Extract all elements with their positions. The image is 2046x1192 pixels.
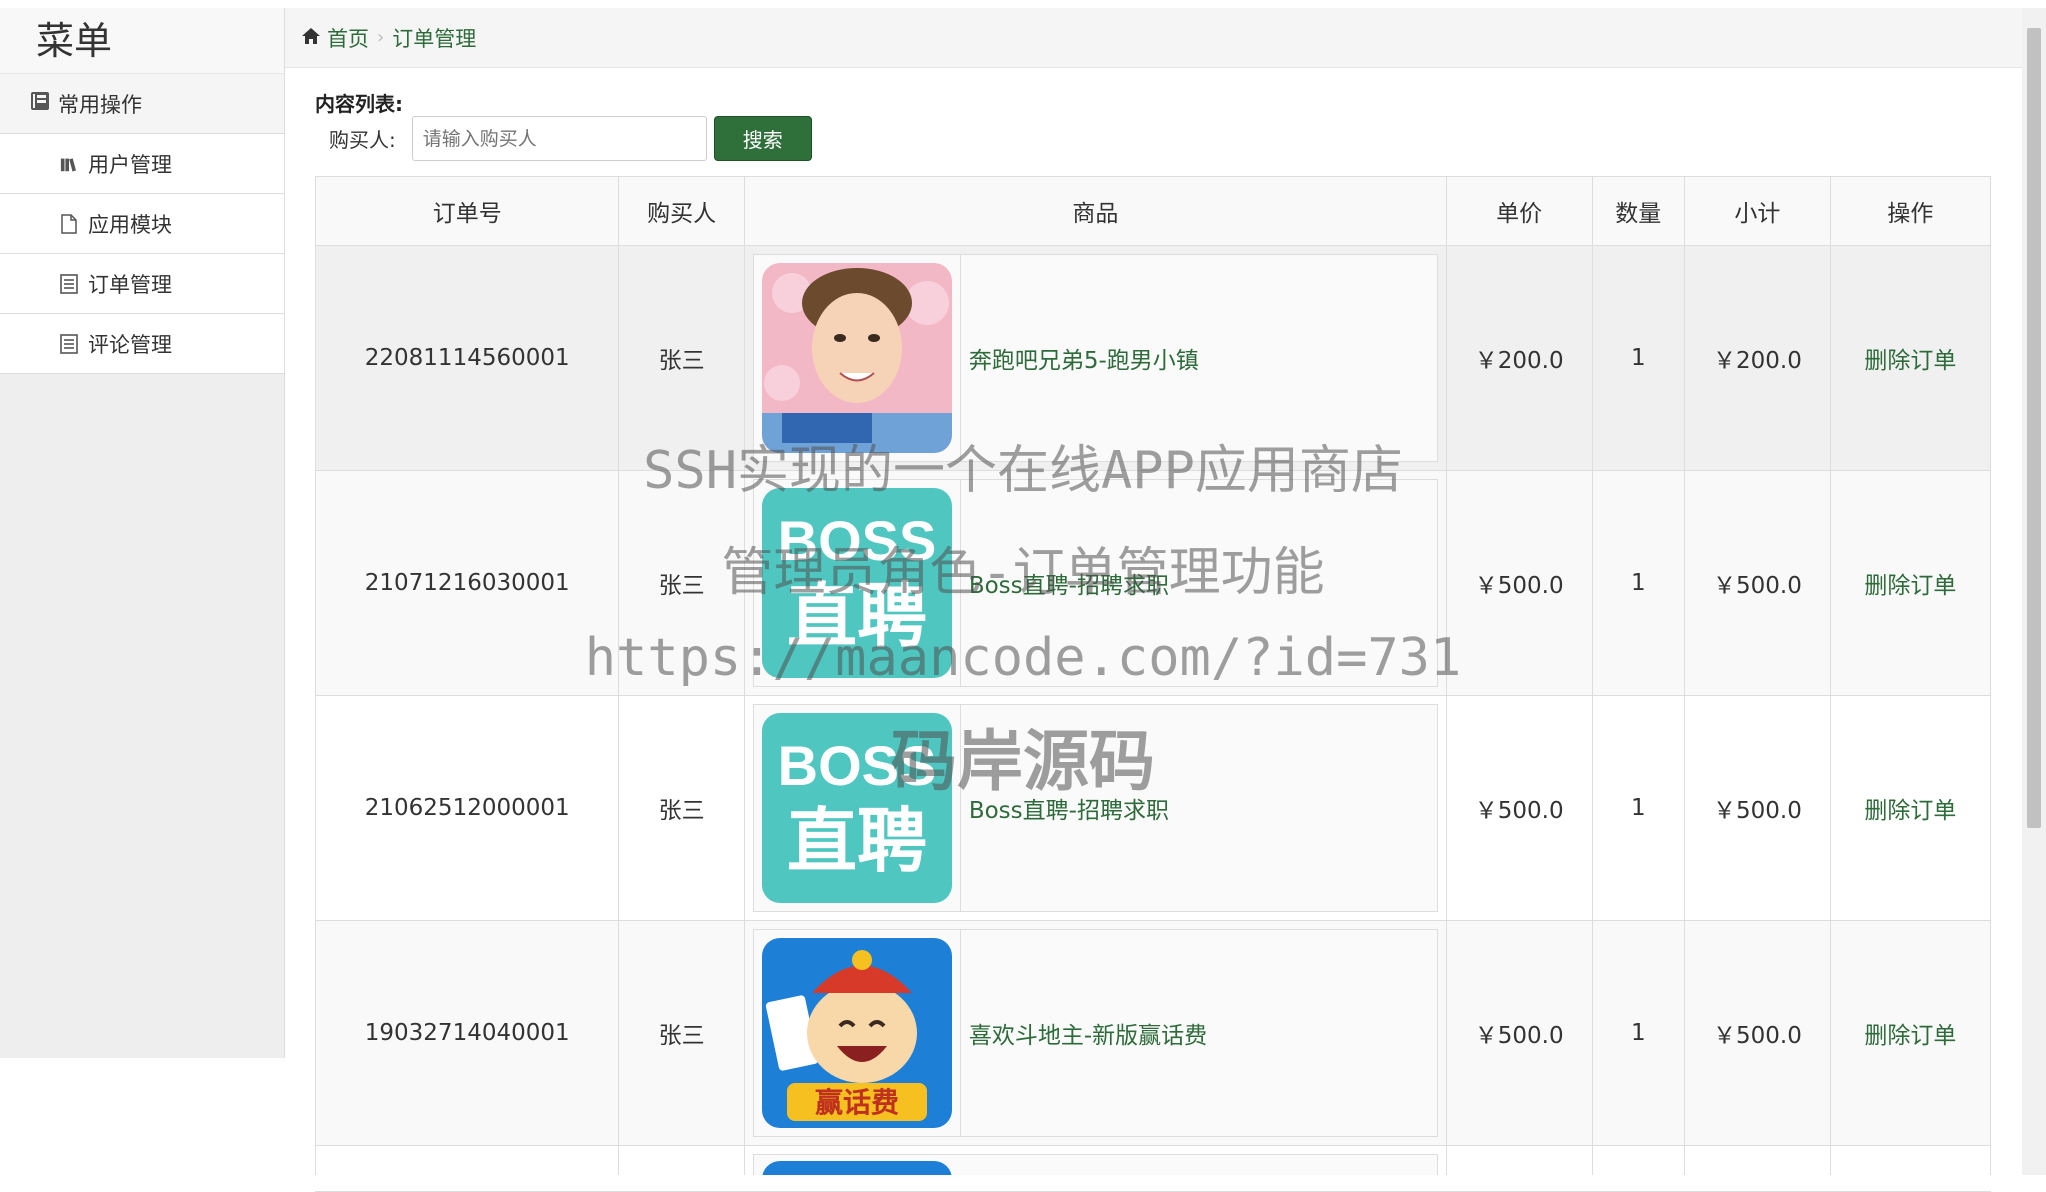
boss-logo-text: BOSS: [777, 734, 936, 797]
action-cell: 删除订单: [1829, 245, 1992, 471]
buyer-cell: 张三: [618, 470, 745, 696]
boss-logo-text: BOSS: [777, 509, 936, 572]
list-icon: [60, 333, 78, 354]
action-cell: 删除订单: [1829, 920, 1992, 1146]
buyer-cell: 张三: [618, 245, 745, 471]
subtotal-cell: ￥500.0: [1684, 920, 1831, 1146]
book-icon: [30, 91, 50, 116]
subtotal-cell: ￥500.0: [1684, 695, 1831, 921]
sidebar-item-label: 用户管理: [88, 152, 172, 177]
sidebar: 菜单 常用操作 用户管理 应用模块 订单管理 评论管理: [0, 8, 285, 1058]
product-box: BOSS 直聘 Boss直聘-招聘求职: [752, 479, 1438, 687]
col-header-qty: 数量: [1591, 176, 1686, 246]
product-thumbnail[interactable]: BOSS 直聘: [761, 713, 952, 903]
breadcrumb-separator-icon: ›: [377, 27, 385, 48]
qty-cell: 1: [1591, 245, 1686, 471]
sidebar-item-label: 订单管理: [88, 272, 172, 297]
sidebar-item-comments[interactable]: 评论管理: [0, 314, 284, 374]
product-thumbnail[interactable]: [761, 263, 952, 453]
buyer-cell: 张三: [618, 920, 745, 1146]
action-cell: 删除订单: [1829, 695, 1992, 921]
col-header-price: 单价: [1445, 176, 1593, 246]
sidebar-group-label: 常用操作: [58, 92, 142, 117]
col-header-product: 商品: [743, 176, 1447, 246]
order-no-cell: 21071216030001: [314, 470, 620, 696]
table-row: 21062512000001 张三 BOSS 直聘 Boss直聘-招聘求职 ￥5…: [314, 695, 1992, 921]
product-name-link[interactable]: 奔跑吧兄弟5-跑男小镇: [959, 255, 1437, 461]
table-row: 21071216030001 张三 BOSS 直聘 Boss直聘-招聘求职 ￥5…: [314, 470, 1992, 696]
qty-cell: 1: [1591, 695, 1686, 921]
sidebar-title: 菜单: [0, 8, 284, 74]
order-no-cell: 22081114560001: [314, 245, 620, 471]
main-content: 首页 › 订单管理 内容列表: 购买人: 搜索 订单号 购买人 商品 单价 数量…: [285, 8, 2022, 1192]
breadcrumb-home-link[interactable]: 首页: [327, 23, 369, 53]
col-header-order-no: 订单号: [314, 176, 620, 246]
table-header-row: 订单号 购买人 商品 单价 数量 小计 操作: [314, 176, 1992, 246]
price-cell: ￥500.0: [1445, 920, 1593, 1146]
product-cell: 奔跑吧兄弟5-跑男小镇: [743, 245, 1447, 471]
product-thumbnail[interactable]: BOSS 直聘: [761, 488, 952, 678]
subtotal-cell: ￥200.0: [1684, 245, 1831, 471]
top-strip: [0, 0, 2046, 8]
boss-logo-subtext: 直聘: [787, 800, 927, 882]
product-cell: 赢话费 喜欢斗地主-新版赢话费: [743, 920, 1447, 1146]
boss-logo-subtext: 直聘: [787, 575, 927, 657]
delete-order-link[interactable]: 删除订单: [1864, 798, 1956, 824]
buyer-label: 购买人:: [329, 128, 396, 152]
sidebar-item-label: 应用模块: [88, 212, 172, 237]
qty-cell: 1: [1591, 920, 1686, 1146]
buyer-cell: 张三: [618, 695, 745, 921]
scrollbar-thumb[interactable]: [2027, 28, 2041, 828]
sidebar-item-label: 评论管理: [88, 332, 172, 357]
qty-cell: 1: [1591, 470, 1686, 696]
order-no-cell: 21062512000001: [314, 695, 620, 921]
delete-order-link[interactable]: 删除订单: [1864, 1023, 1956, 1049]
sidebar-item-orders[interactable]: 订单管理: [0, 254, 284, 314]
delete-order-link[interactable]: 删除订单: [1864, 348, 1956, 374]
buyer-search-input[interactable]: [411, 116, 707, 161]
order-no-cell: 19032714040001: [314, 920, 620, 1146]
product-thumbnail[interactable]: 赢话费: [761, 938, 952, 1128]
orders-table: 订单号 购买人 商品 单价 数量 小计 操作 22081114560001 张三: [314, 176, 1992, 1192]
col-header-action: 操作: [1829, 176, 1992, 246]
sidebar-item-apps[interactable]: 应用模块: [0, 194, 284, 254]
breadcrumb-current[interactable]: 订单管理: [392, 23, 476, 53]
product-name-link[interactable]: Boss直聘-招聘求职: [959, 705, 1437, 911]
search-bar: 购买人: 搜索: [329, 116, 812, 161]
price-cell: ￥200.0: [1445, 245, 1593, 471]
home-icon: [301, 26, 321, 50]
col-header-subtotal: 小计: [1684, 176, 1831, 246]
game-banner-text: 赢话费: [815, 1086, 899, 1119]
table-row: 22081114560001 张三 奔跑吧兄弟5-跑男小镇 ￥200.0 1 ￥…: [314, 245, 1992, 471]
list-icon: [60, 273, 78, 294]
product-box: 奔跑吧兄弟5-跑男小镇: [752, 254, 1438, 462]
breadcrumb: 首页 › 订单管理: [285, 8, 2022, 68]
sidebar-item-users[interactable]: 用户管理: [0, 134, 284, 194]
vertical-scrollbar[interactable]: [2022, 8, 2046, 1191]
product-cell: BOSS 直聘 Boss直聘-招聘求职: [743, 695, 1447, 921]
price-cell: ￥500.0: [1445, 695, 1593, 921]
delete-order-link[interactable]: 删除订单: [1864, 573, 1956, 599]
product-cell: BOSS 直聘 Boss直聘-招聘求职: [743, 470, 1447, 696]
product-name-link[interactable]: Boss直聘-招聘求职: [959, 480, 1437, 686]
books-icon: [60, 154, 78, 174]
product-box: BOSS 直聘 Boss直聘-招聘求职: [752, 704, 1438, 912]
content-list-label: 内容列表:: [315, 92, 403, 116]
subtotal-cell: ￥500.0: [1684, 470, 1831, 696]
sidebar-group-common[interactable]: 常用操作: [0, 74, 284, 134]
action-cell: 删除订单: [1829, 470, 1992, 696]
search-button[interactable]: 搜索: [713, 116, 812, 161]
price-cell: ￥500.0: [1445, 470, 1593, 696]
col-header-buyer: 购买人: [618, 176, 745, 246]
bottom-strip: [0, 1175, 2046, 1191]
product-name-link[interactable]: 喜欢斗地主-新版赢话费: [959, 930, 1437, 1136]
product-box: 赢话费 喜欢斗地主-新版赢话费: [752, 929, 1438, 1137]
table-row: 19032714040001 张三 赢话费 喜欢斗地主-新版赢话费 ￥500.0…: [314, 920, 1992, 1146]
file-icon: [60, 213, 78, 234]
